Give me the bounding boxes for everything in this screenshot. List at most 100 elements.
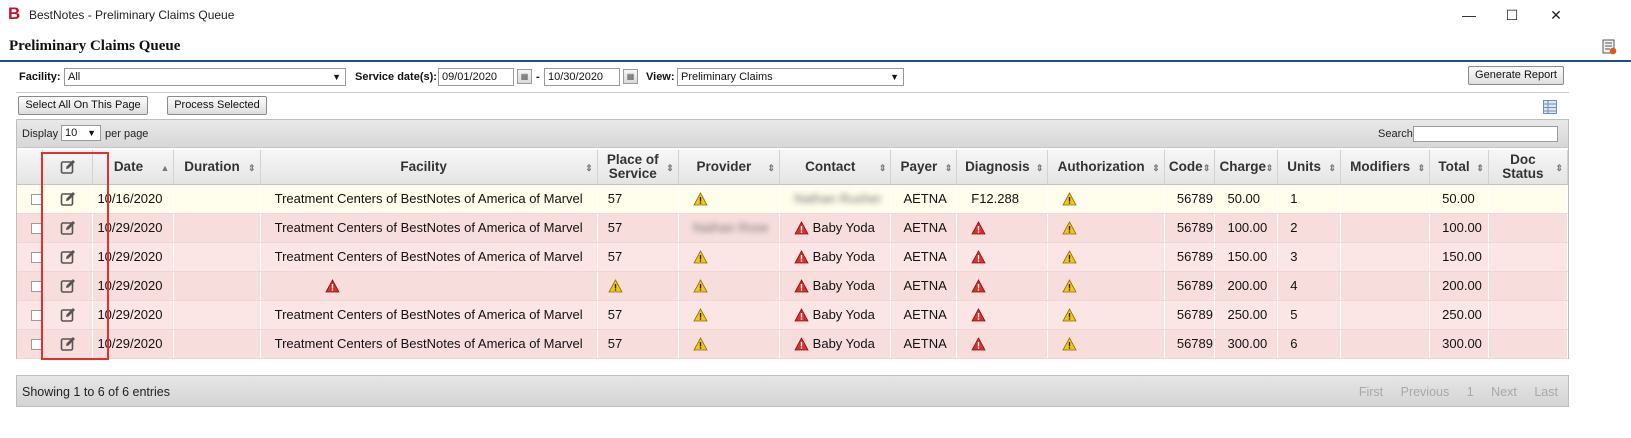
col-provider[interactable]: Provider ⇕ bbox=[678, 150, 781, 185]
grid-toolbar: Display 10 ▼ per page Search: bbox=[17, 120, 1568, 148]
col-contact[interactable]: Contact ⇕ bbox=[779, 150, 892, 185]
col-place-of-service[interactable]: Place of Service ⇕ bbox=[597, 150, 679, 185]
search-input[interactable] bbox=[1413, 126, 1558, 142]
pager-previous[interactable]: Previous bbox=[1401, 385, 1450, 399]
edit-icon[interactable] bbox=[60, 278, 76, 294]
facility-select[interactable]: All ▼ bbox=[64, 68, 346, 86]
calendar-icon[interactable]: ▦ bbox=[623, 69, 638, 84]
cell-payer: AETNA bbox=[890, 213, 958, 243]
col-pos-label-1: Place of bbox=[606, 151, 659, 167]
warning-icon bbox=[608, 279, 623, 293]
edit-icon[interactable] bbox=[60, 220, 76, 236]
cell-contact: Baby Yoda bbox=[779, 213, 892, 243]
col-modifiers[interactable]: Modifiers ⇕ bbox=[1340, 150, 1431, 185]
col-total[interactable]: Total ⇕ bbox=[1429, 150, 1489, 185]
row-checkbox[interactable] bbox=[31, 223, 42, 235]
facility-label: Facility: bbox=[19, 71, 61, 83]
calendar-icon[interactable]: ▦ bbox=[517, 69, 532, 84]
row-checkbox[interactable] bbox=[31, 310, 42, 322]
edit-cell bbox=[42, 271, 94, 301]
col-contact-label: Contact bbox=[805, 158, 856, 174]
edit-icon[interactable] bbox=[60, 249, 76, 265]
date-from-input[interactable]: 09/01/2020 bbox=[438, 68, 514, 86]
view-select[interactable]: Preliminary Claims ▼ bbox=[677, 68, 904, 86]
table-row[interactable]: 10/29/2020 Treatment Centers of BestNote… bbox=[17, 242, 1569, 272]
row-checkbox-cell bbox=[17, 300, 43, 330]
column-chooser-icon[interactable] bbox=[1543, 100, 1557, 114]
cell-code: 56789 bbox=[1164, 242, 1216, 272]
filter-bar: Facility: All ▼ Service date(s): 09/01/2… bbox=[0, 66, 1631, 88]
col-payer[interactable]: Payer ⇕ bbox=[890, 150, 958, 185]
view-label: View: bbox=[646, 71, 675, 83]
cell-total: 300.00 bbox=[1429, 329, 1489, 359]
col-doc-status[interactable]: Doc Status ⇕ bbox=[1488, 150, 1569, 185]
pager-last[interactable]: Last bbox=[1534, 385, 1558, 399]
row-checkbox[interactable] bbox=[31, 194, 42, 206]
row-checkbox[interactable] bbox=[31, 281, 42, 293]
report-icon[interactable] bbox=[1601, 39, 1617, 55]
sort-icon: ⇕ bbox=[1265, 163, 1274, 173]
window-titlebar: B BestNotes - Preliminary Claims Queue —… bbox=[0, 0, 1631, 30]
edit-icon[interactable] bbox=[60, 191, 76, 207]
col-units[interactable]: Units ⇕ bbox=[1277, 150, 1342, 185]
cell-authorization bbox=[1047, 184, 1165, 214]
cell-units: 5 bbox=[1277, 300, 1342, 330]
cell-date: 10/29/2020 bbox=[92, 271, 175, 301]
table-row[interactable]: 10/29/2020 Treatment Centers of BestNote… bbox=[17, 213, 1569, 243]
maximize-button[interactable]: ☐ bbox=[1497, 4, 1527, 26]
col-modifiers-label: Modifiers bbox=[1350, 158, 1411, 174]
col-doc-status-label-2: Status bbox=[1502, 165, 1544, 181]
cell-authorization bbox=[1047, 213, 1165, 243]
date-to-input[interactable]: 10/30/2020 bbox=[544, 68, 620, 86]
error-icon bbox=[971, 279, 986, 293]
cell-diagnosis bbox=[956, 329, 1049, 359]
cell-duration bbox=[173, 329, 261, 359]
grid-footer: Showing 1 to 6 of 6 entries First Previo… bbox=[16, 375, 1569, 407]
pager-first[interactable]: First bbox=[1359, 385, 1383, 399]
page-size-select[interactable]: 10 ▼ bbox=[61, 125, 101, 141]
col-code[interactable]: Code ⇕ bbox=[1164, 150, 1216, 185]
pager-next[interactable]: Next bbox=[1491, 385, 1517, 399]
error-icon bbox=[971, 337, 986, 351]
col-facility[interactable]: Facility ⇕ bbox=[260, 150, 598, 185]
cell-contact: Baby Yoda bbox=[779, 329, 892, 359]
cell-pos bbox=[597, 271, 679, 301]
table-header-row: Date ▲ Duration ⇕ Facility ⇕ Place of Servic… bbox=[17, 150, 1569, 185]
row-checkbox[interactable] bbox=[31, 252, 42, 264]
warning-icon bbox=[693, 279, 708, 293]
table-row[interactable]: 10/29/2020 Treatment Centers of BestNote… bbox=[17, 329, 1569, 359]
edit-column-header bbox=[42, 150, 94, 185]
col-date[interactable]: Date ▲ bbox=[92, 150, 175, 185]
cell-payer: AETNA bbox=[890, 242, 958, 272]
select-column-header bbox=[17, 150, 43, 185]
sort-icon: ⇕ bbox=[1328, 163, 1337, 173]
col-authorization[interactable]: Authorization ⇕ bbox=[1047, 150, 1165, 185]
pagination: First Previous 1 Next Last bbox=[1345, 385, 1558, 399]
col-diagnosis[interactable]: Diagnosis ⇕ bbox=[956, 150, 1049, 185]
cell-total: 100.00 bbox=[1429, 213, 1489, 243]
col-charge[interactable]: Charge ⇕ bbox=[1214, 150, 1279, 185]
cell-facility: Treatment Centers of BestNotes of Americ… bbox=[260, 184, 598, 214]
cell-authorization bbox=[1047, 242, 1165, 272]
pager-page[interactable]: 1 bbox=[1467, 385, 1474, 399]
table-row[interactable]: 10/29/2020 Baby Yoda AETNA 56789 200.00 … bbox=[17, 271, 1569, 301]
edit-icon[interactable] bbox=[60, 336, 76, 352]
cell-modifiers bbox=[1340, 271, 1431, 301]
table-row[interactable]: 10/16/2020 Treatment Centers of BestNote… bbox=[17, 184, 1569, 214]
col-duration[interactable]: Duration ⇕ bbox=[173, 150, 261, 185]
search-label: Search: bbox=[1378, 128, 1416, 140]
close-button[interactable]: ✕ bbox=[1541, 4, 1571, 26]
generate-report-button[interactable]: Generate Report bbox=[1468, 66, 1564, 85]
row-checkbox-cell bbox=[17, 242, 43, 272]
process-selected-button[interactable]: Process Selected bbox=[167, 96, 267, 115]
select-all-button[interactable]: Select All On This Page bbox=[18, 96, 148, 115]
edit-icon[interactable] bbox=[60, 307, 76, 323]
cell-contact: Nathan Rusher bbox=[779, 184, 892, 214]
cell-modifiers bbox=[1340, 329, 1431, 359]
row-checkbox[interactable] bbox=[31, 339, 42, 351]
sort-asc-icon: ▲ bbox=[160, 163, 170, 173]
minimize-button[interactable]: — bbox=[1454, 4, 1484, 26]
row-checkbox-cell bbox=[17, 213, 43, 243]
table-row[interactable]: 10/29/2020 Treatment Centers of BestNote… bbox=[17, 300, 1569, 330]
cell-authorization bbox=[1047, 329, 1165, 359]
